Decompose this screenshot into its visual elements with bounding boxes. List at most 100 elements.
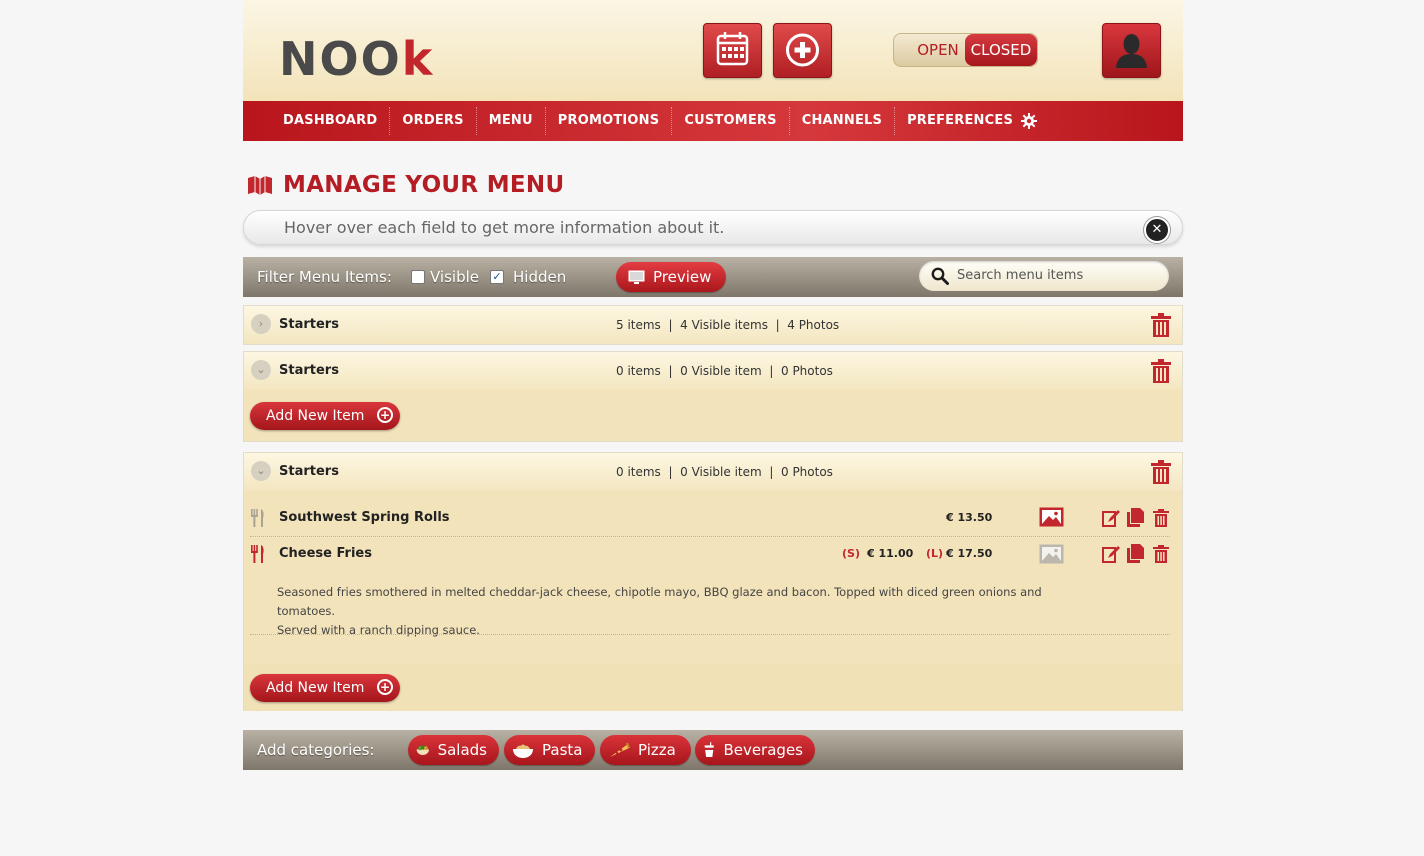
category-label: Pasta bbox=[542, 741, 583, 759]
add-new-item-button[interactable]: Add New Item + bbox=[250, 674, 400, 702]
info-banner: Hover over each field to get more inform… bbox=[243, 210, 1183, 245]
nav-customers[interactable]: CUSTOMERS bbox=[672, 107, 790, 135]
page-header: MANAGE YOUR MENU bbox=[247, 172, 564, 198]
category-label: Beverages bbox=[723, 741, 803, 759]
nav-label: MENU bbox=[488, 113, 533, 128]
nav-promotions[interactable]: PROMOTIONS bbox=[546, 107, 673, 135]
photo-icon[interactable] bbox=[1039, 507, 1064, 527]
nav-label: PREFERENCES bbox=[907, 113, 1014, 128]
preview-button[interactable]: Preview bbox=[616, 262, 726, 292]
size-large-label: (L) bbox=[926, 547, 944, 560]
item-name[interactable]: Cheese Fries bbox=[279, 537, 372, 571]
salad-icon bbox=[416, 745, 429, 755]
plus-icon: + bbox=[377, 407, 393, 423]
open-closed-toggle[interactable]: OPEN CLOSED bbox=[893, 33, 1038, 67]
chevron-right-icon[interactable]: › bbox=[251, 314, 271, 334]
chevron-down-icon[interactable]: ⌄ bbox=[251, 360, 271, 380]
fork-knife-icon[interactable] bbox=[250, 509, 266, 527]
item-price-small[interactable]: € 11.00 bbox=[867, 537, 913, 571]
add-new-item-label: Add New Item bbox=[266, 680, 365, 696]
item-description: Seasoned fries smothered in melted chedd… bbox=[277, 583, 1077, 640]
chevron-down-icon[interactable]: ⌄ bbox=[251, 461, 271, 481]
hidden-checkbox[interactable]: ✓ bbox=[490, 270, 504, 284]
menu-book-icon bbox=[248, 176, 272, 195]
nav-channels[interactable]: CHANNELS bbox=[790, 107, 896, 135]
category-header[interactable]: ⌄ Starters 0 items | 0 Visible item | 0 … bbox=[244, 453, 1182, 491]
trash-icon[interactable] bbox=[1153, 545, 1169, 563]
size-small-label: (S) bbox=[842, 547, 860, 560]
menu-item-row[interactable]: Southwest Spring Rolls € 13.50 bbox=[244, 501, 1182, 535]
add-category-pasta[interactable]: Pasta bbox=[504, 735, 595, 765]
nav-label: CUSTOMERS bbox=[684, 113, 777, 128]
add-category-pizza[interactable]: Pizza bbox=[600, 735, 691, 765]
monitor-icon bbox=[628, 270, 645, 284]
duplicate-icon[interactable] bbox=[1127, 544, 1145, 563]
logo-text: NOO bbox=[279, 32, 402, 86]
trash-icon[interactable] bbox=[1153, 509, 1169, 527]
hidden-label[interactable]: Hidden bbox=[513, 257, 566, 297]
calendar-icon bbox=[716, 32, 749, 66]
pizza-slice-icon bbox=[610, 742, 630, 757]
edit-icon[interactable] bbox=[1102, 544, 1121, 563]
nav-label: ORDERS bbox=[402, 113, 464, 128]
add-category-salads[interactable]: Salads bbox=[408, 735, 499, 765]
nav-label: CHANNELS bbox=[801, 113, 883, 128]
category-label: Salads bbox=[437, 741, 487, 759]
edit-icon[interactable] bbox=[1102, 508, 1121, 527]
plus-circle-icon bbox=[786, 33, 819, 67]
photo-placeholder-icon[interactable] bbox=[1039, 544, 1064, 564]
nav-dashboard[interactable]: DASHBOARD bbox=[271, 107, 391, 135]
main-nav: DASHBOARD ORDERS MENU PROMOTIONS CUSTOME… bbox=[243, 101, 1183, 141]
duplicate-icon[interactable] bbox=[1127, 508, 1145, 527]
header: NOOk OPEN CLOSED bbox=[243, 0, 1183, 101]
trash-icon[interactable] bbox=[1151, 460, 1171, 484]
add-categories-bar: Add categories: Salads Pasta Pizza Bever… bbox=[243, 730, 1183, 770]
page-title: MANAGE YOUR MENU bbox=[283, 172, 565, 198]
item-price[interactable]: € 13.50 bbox=[946, 501, 992, 535]
category-label: Pizza bbox=[638, 741, 676, 759]
plus-icon: + bbox=[377, 679, 393, 695]
nav-label: DASHBOARD bbox=[283, 113, 378, 128]
logo[interactable]: NOOk bbox=[279, 12, 432, 82]
user-icon bbox=[1116, 34, 1147, 68]
visible-checkbox[interactable] bbox=[411, 270, 425, 284]
item-price-large[interactable]: € 17.50 bbox=[946, 537, 992, 571]
description-line: Served with a ranch dipping sauce. bbox=[277, 623, 480, 637]
category-header[interactable]: › Starters 5 items | 4 Visible items | 4… bbox=[244, 306, 1182, 344]
filter-label: Filter Menu Items: bbox=[257, 268, 392, 286]
nav-preferences[interactable]: PREFERENCES bbox=[895, 107, 1049, 135]
status-closed[interactable]: CLOSED bbox=[965, 34, 1037, 66]
status-open[interactable]: OPEN bbox=[908, 34, 968, 66]
add-category-beverages[interactable]: Beverages bbox=[695, 735, 815, 765]
search-icon bbox=[931, 267, 949, 285]
add-categories-label: Add categories: bbox=[257, 741, 375, 759]
profile-button[interactable] bbox=[1102, 23, 1161, 78]
drink-cup-icon bbox=[704, 742, 714, 757]
divider bbox=[250, 634, 1170, 635]
category-name[interactable]: Starters bbox=[279, 306, 339, 344]
nav-orders[interactable]: ORDERS bbox=[390, 107, 477, 135]
category-header[interactable]: ⌄ Starters 0 items | 0 Visible item | 0 … bbox=[244, 352, 1182, 390]
trash-icon[interactable] bbox=[1151, 359, 1171, 383]
pasta-bowl-icon bbox=[513, 744, 533, 758]
menu-item-row[interactable]: Cheese Fries (S) € 11.00 (L) € 17.50 bbox=[244, 537, 1182, 571]
filter-bar: Filter Menu Items: Visible ✓ Hidden Prev… bbox=[243, 257, 1183, 297]
calendar-button[interactable] bbox=[703, 23, 762, 78]
category-stats: 0 items | 0 Visible item | 0 Photos bbox=[616, 465, 833, 479]
add-new-item-button[interactable]: Add New Item + bbox=[250, 402, 400, 430]
preview-label: Preview bbox=[653, 268, 712, 286]
fork-knife-icon[interactable] bbox=[250, 545, 266, 563]
trash-icon[interactable] bbox=[1151, 313, 1171, 337]
search-input[interactable]: Search menu items bbox=[919, 261, 1169, 291]
close-icon[interactable]: ✕ bbox=[1144, 217, 1170, 243]
category-stats: 0 items | 0 Visible item | 0 Photos bbox=[616, 364, 833, 378]
item-name[interactable]: Southwest Spring Rolls bbox=[279, 501, 450, 535]
info-text: Hover over each field to get more inform… bbox=[284, 218, 725, 237]
nav-menu[interactable]: MENU bbox=[477, 107, 546, 135]
category-name[interactable]: Starters bbox=[279, 453, 339, 491]
app: NOOk OPEN CLOSED DASHBOARD ORDERS MENU P… bbox=[243, 0, 1183, 770]
logo-accent: k bbox=[401, 32, 435, 86]
visible-label[interactable]: Visible bbox=[430, 257, 479, 297]
add-button[interactable] bbox=[773, 23, 832, 78]
category-name[interactable]: Starters bbox=[279, 352, 339, 390]
